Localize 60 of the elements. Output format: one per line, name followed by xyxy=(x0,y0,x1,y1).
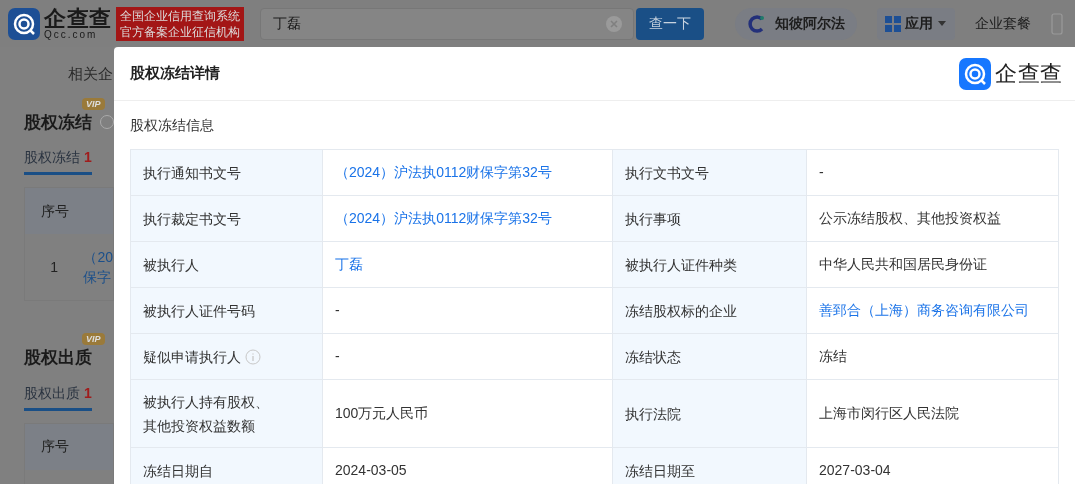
field-value: - xyxy=(335,301,340,320)
section-tab[interactable]: 股权冻结 1 xyxy=(24,147,92,175)
field-label: 执行法院 xyxy=(625,404,681,424)
field-value: 上海市闵行区人民法院 xyxy=(819,404,959,423)
field-label: 冻结日期自 xyxy=(143,461,213,481)
field-label: 其他投资权益数额 xyxy=(143,416,256,436)
logo-domain: Qcc.com xyxy=(44,29,99,40)
column-header: 序号 xyxy=(41,437,69,456)
value-link[interactable]: 善郅合（上海）商务咨询有限公司 xyxy=(819,300,1029,321)
field-label: 冻结日期至 xyxy=(625,461,695,481)
dialog-title: 股权冻结详情 xyxy=(130,63,220,84)
record-link[interactable]: 保字 xyxy=(83,267,113,287)
section-heading: 股权冻结信息 xyxy=(130,115,214,135)
field-value: 2024-03-05 xyxy=(335,461,407,480)
field-label: 冻结股权标的企业 xyxy=(625,301,737,321)
logo-icon xyxy=(959,57,992,90)
column-header: 序号 xyxy=(41,201,69,221)
grid-icon xyxy=(885,15,901,32)
field-label: 被执行人证件种类 xyxy=(625,255,737,275)
section-tab[interactable]: 股权出质 1 xyxy=(24,382,92,411)
field-label: 执行文书文号 xyxy=(625,163,709,183)
table-cell-text: 1 xyxy=(49,257,60,277)
field-value: 中华人民共和国居民身份证 xyxy=(819,255,987,274)
field-label: 被执行人 xyxy=(143,255,199,275)
caret-icon xyxy=(937,20,947,27)
field-label: 执行事项 xyxy=(625,209,681,229)
field-value: 100万元人民币 xyxy=(335,404,429,423)
logo-text: 企查查 xyxy=(44,7,112,30)
value-link[interactable]: （2024）沪法执0112财保字第32号 xyxy=(335,208,552,229)
alpha-button[interactable]: 知彼阿尔法 xyxy=(735,7,857,40)
field-value: - xyxy=(335,347,340,366)
clear-icon[interactable] xyxy=(605,15,622,32)
nav-tab[interactable]: 相关企 xyxy=(68,63,114,86)
record-link[interactable]: （20 xyxy=(83,247,113,267)
field-label: 执行裁定书文号 xyxy=(143,209,241,229)
nav-link[interactable]: 企业套餐 xyxy=(975,13,1031,34)
brand-text: 企查查 xyxy=(995,60,1063,88)
field-label: 被执行人持有股权、 xyxy=(143,392,269,412)
search-button[interactable]: 查一下 xyxy=(635,7,704,40)
vip-badge: VIP xyxy=(82,333,105,345)
field-value: 公示冻结股权、其他投资权益 xyxy=(819,209,1001,228)
alpha-logo-icon xyxy=(747,13,767,34)
phone-icon[interactable] xyxy=(1051,12,1063,35)
value-link[interactable]: （2024）沪法执0112财保字第32号 xyxy=(335,162,552,183)
field-label: 执行通知书文号 xyxy=(143,163,241,183)
field-value: 2027-03-04 xyxy=(819,461,891,480)
field-label: 被执行人证件号码 xyxy=(143,301,255,321)
logo-icon xyxy=(8,7,40,40)
search-field[interactable]: 丁磊 xyxy=(259,7,634,40)
info-icon[interactable] xyxy=(245,348,261,365)
field-value: - xyxy=(819,163,824,182)
section-title: 股权冻结 xyxy=(24,111,92,134)
field-label: 冻结状态 xyxy=(625,347,681,367)
section-title: 股权出质 xyxy=(24,347,92,369)
value-link[interactable]: 丁磊 xyxy=(335,254,363,275)
slogan-banner: 全国企业信用查询系统 官方备案企业征信机构 xyxy=(115,6,244,41)
field-value: 冻结 xyxy=(819,347,847,366)
apps-button[interactable]: 应用 xyxy=(877,7,955,40)
field-label: 疑似申请执行人 xyxy=(143,347,241,367)
vip-badge: VIP xyxy=(82,97,105,110)
